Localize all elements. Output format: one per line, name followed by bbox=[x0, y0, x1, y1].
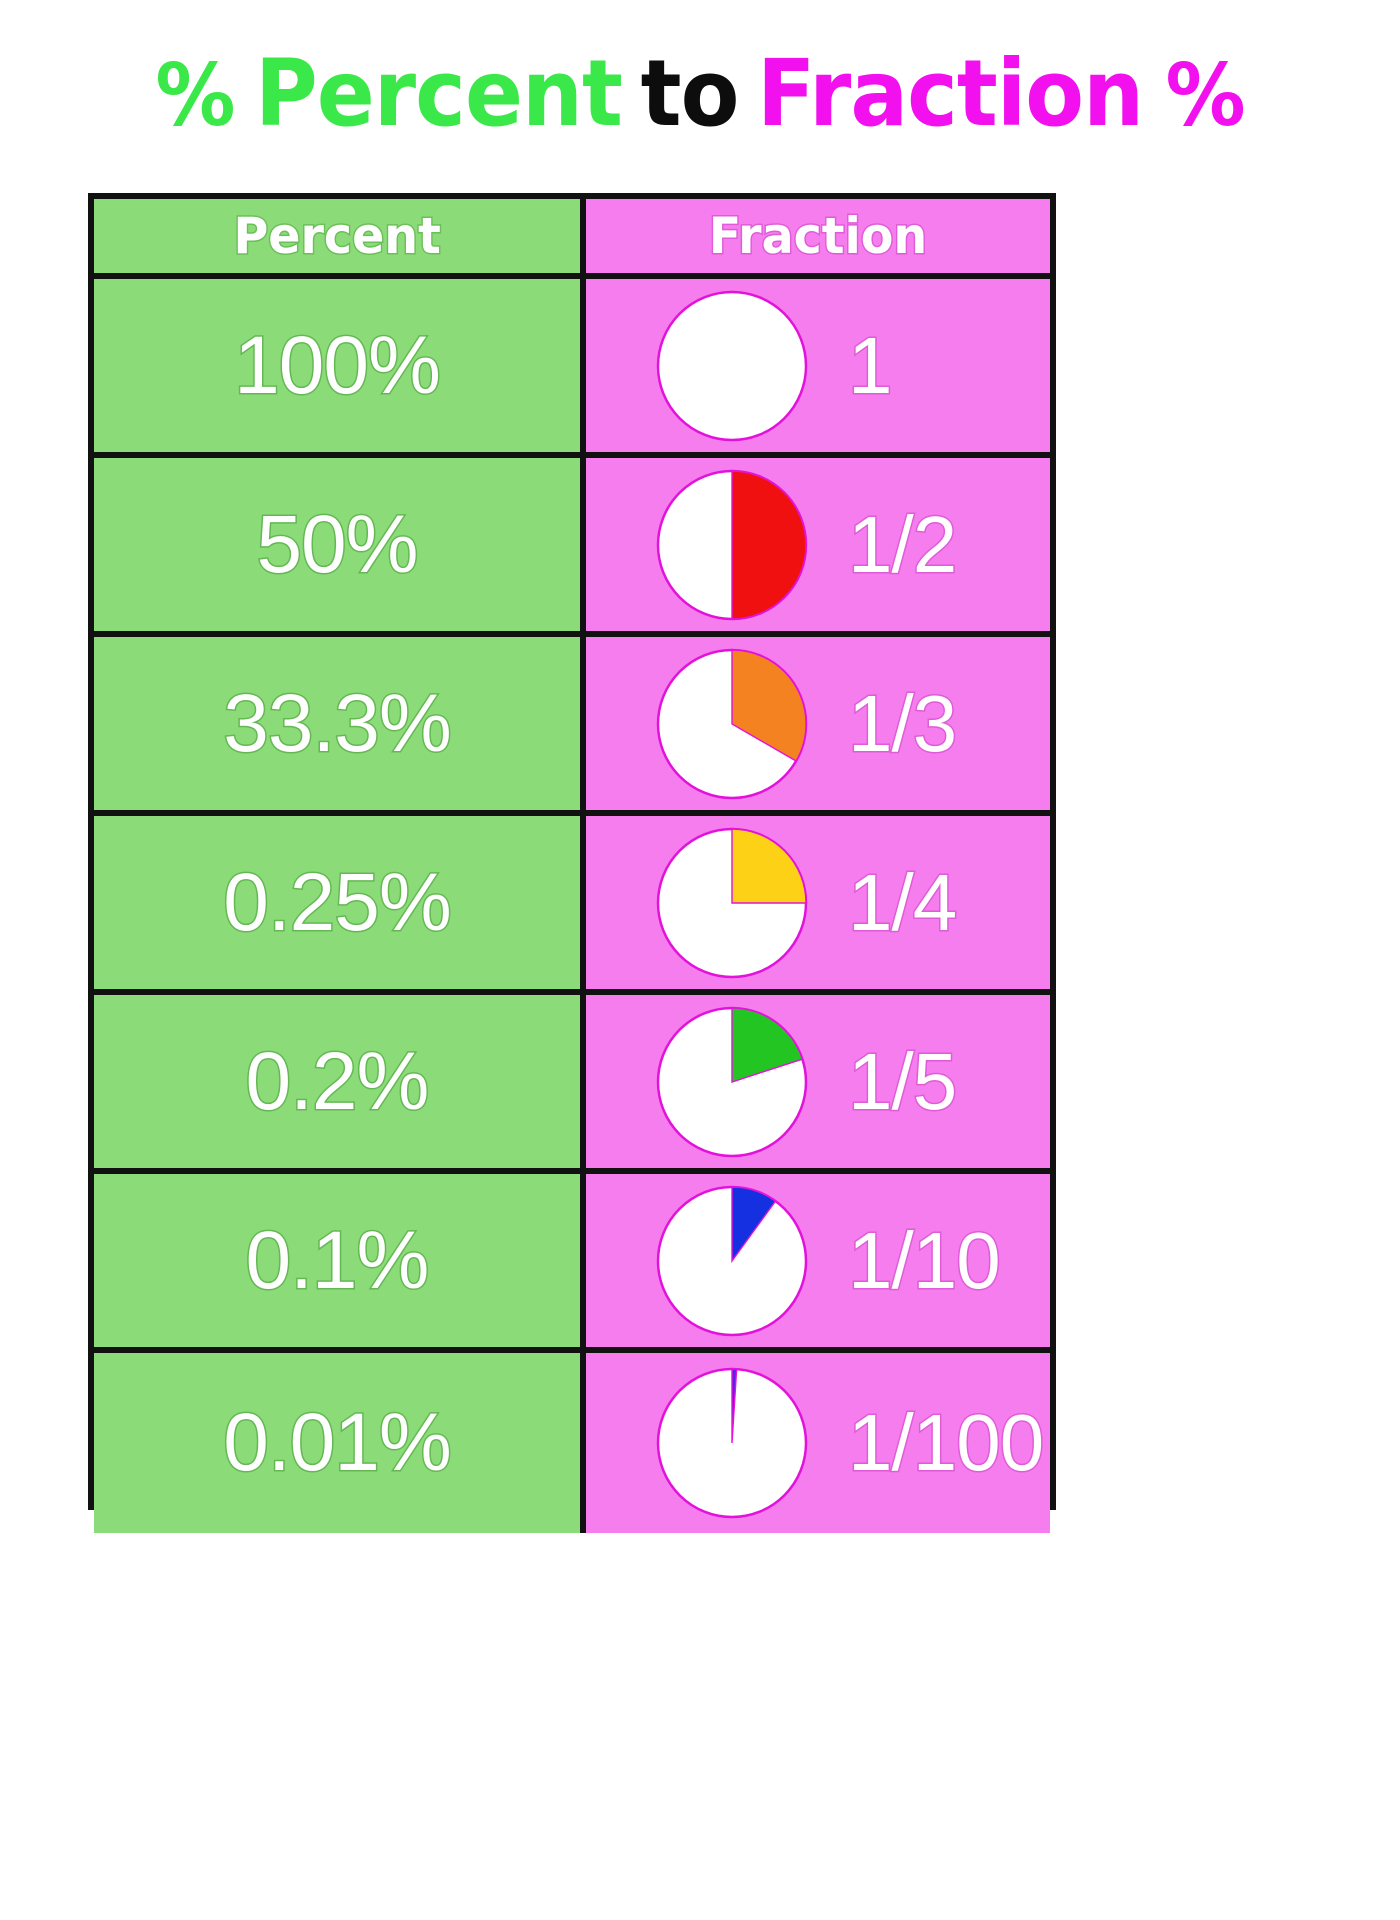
fraction-label: 1/5 bbox=[846, 1036, 958, 1126]
fraction-label: 1 bbox=[847, 320, 894, 410]
percent-value: 0.1% bbox=[244, 1214, 431, 1306]
percent-cell: 0.01% bbox=[94, 1353, 586, 1533]
percent-cell: 100% bbox=[94, 279, 586, 452]
fraction-cell: 1/3 bbox=[586, 637, 1050, 810]
table-header-row: Percent Fraction bbox=[94, 199, 1050, 279]
header-cell-fraction: Fraction bbox=[586, 199, 1050, 273]
title-word-percent: Percent bbox=[255, 40, 623, 147]
fraction-cell: 1/100 bbox=[586, 1353, 1050, 1533]
percent-cell: 0.1% bbox=[94, 1174, 586, 1347]
pie-chart-blue bbox=[652, 1181, 812, 1341]
fraction-label: 1/2 bbox=[846, 499, 958, 589]
title-percent-symbol-right: % bbox=[1165, 46, 1245, 146]
fraction-cell: 1/5 bbox=[586, 995, 1050, 1168]
percent-cell: 0.25% bbox=[94, 816, 586, 989]
fraction-cell: 1 bbox=[586, 279, 1050, 452]
pie-slice-yellow bbox=[731, 827, 807, 904]
percent-value: 100% bbox=[233, 319, 443, 411]
pie-chart-red bbox=[652, 465, 812, 625]
pie-chart-full-white bbox=[652, 286, 812, 446]
fraction-cell: 1/10 bbox=[586, 1174, 1050, 1347]
page-title: % Percent to Fraction% bbox=[49, 40, 1351, 147]
fraction-label: 1/10 bbox=[847, 1215, 1003, 1305]
percent-value: 0.2% bbox=[244, 1035, 431, 1127]
percent-value: 0.25% bbox=[222, 856, 454, 948]
pie-slice-red bbox=[731, 469, 807, 620]
pie-chart-green bbox=[652, 1002, 812, 1162]
percent-cell: 0.2% bbox=[94, 995, 586, 1168]
fraction-label: 1/100 bbox=[846, 1398, 1045, 1487]
poster-root: % Percent to Fraction% Percent Fraction 100… bbox=[0, 0, 1400, 1920]
title-percent-symbol-left: % bbox=[155, 46, 235, 146]
pie-chart-orange bbox=[652, 644, 812, 804]
pie-chart-yellow bbox=[652, 823, 812, 983]
header-label-percent: Percent bbox=[232, 207, 442, 265]
table-row: 0.2% 1/5 bbox=[94, 995, 1050, 1174]
title-word-fraction: Fraction bbox=[757, 40, 1144, 147]
percent-cell: 50% bbox=[94, 458, 586, 631]
percent-value: 50% bbox=[255, 498, 420, 590]
percent-cell: 33.3% bbox=[94, 637, 586, 810]
percent-value: 0.01% bbox=[222, 1397, 454, 1488]
pie-chart-violet bbox=[652, 1363, 812, 1523]
pie-disc bbox=[656, 290, 808, 441]
table-row: 50% 1/2 bbox=[94, 458, 1050, 637]
table-row: 33.3% 1/3 bbox=[94, 637, 1050, 816]
table-row: 0.1% 1/10 bbox=[94, 1174, 1050, 1353]
header-label-fraction: Fraction bbox=[707, 207, 928, 265]
table-row: 0.01% 1/100 bbox=[94, 1353, 1050, 1533]
fraction-cell: 1/4 bbox=[586, 816, 1050, 989]
table-row: 0.25% 1/4 bbox=[94, 816, 1050, 995]
fraction-label: 1/3 bbox=[846, 678, 958, 768]
table-row: 100% 1 bbox=[94, 279, 1050, 458]
header-cell-percent: Percent bbox=[94, 199, 586, 273]
fraction-cell: 1/2 bbox=[586, 458, 1050, 631]
percent-value: 33.3% bbox=[222, 677, 454, 769]
percent-to-fraction-table: Percent Fraction 100% 1 50% 1/2 33.3% 1/3 0.25… bbox=[88, 193, 1056, 1533]
fraction-label: 1/4 bbox=[846, 857, 958, 947]
title-word-to: to bbox=[640, 40, 740, 147]
